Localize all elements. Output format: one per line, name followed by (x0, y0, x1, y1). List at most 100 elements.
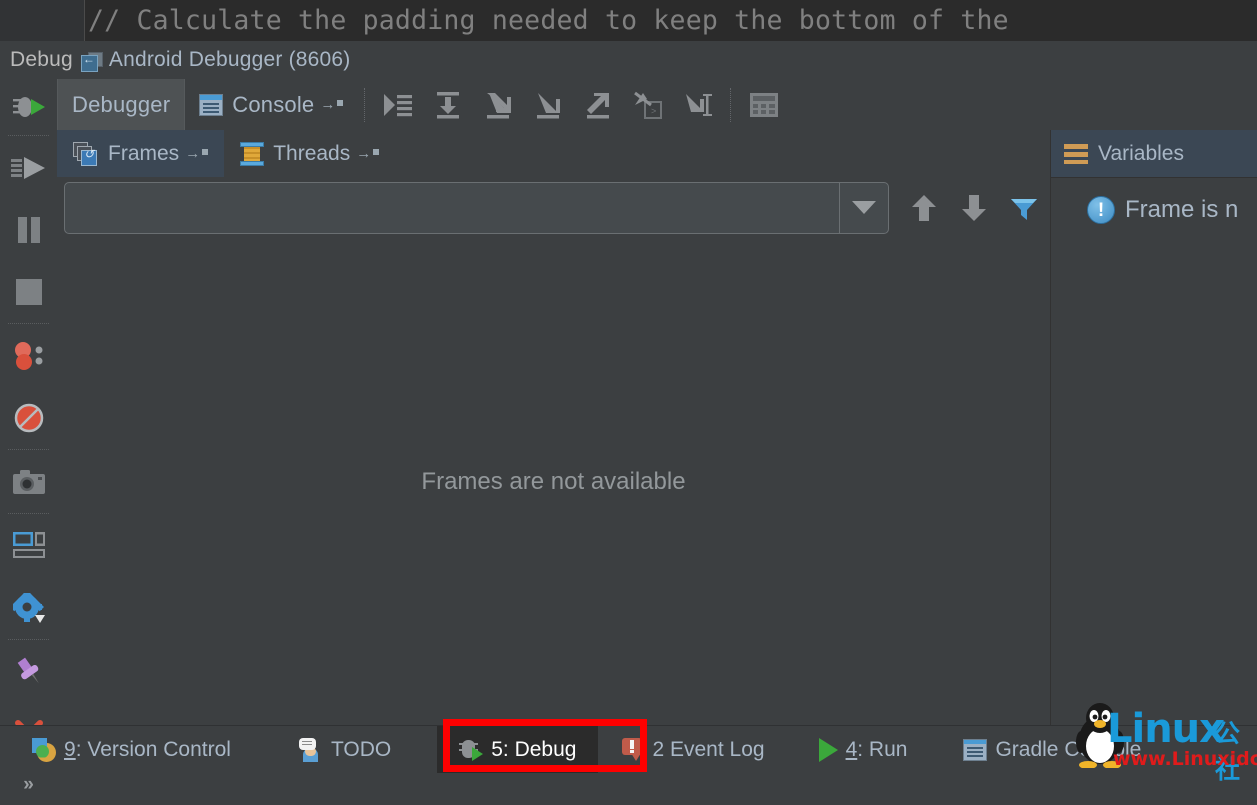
status-todo[interactable]: TODO (283, 726, 405, 773)
step-into-button[interactable] (473, 79, 523, 130)
show-execution-point-button[interactable] (373, 79, 423, 130)
threads-icon (240, 141, 265, 166)
resume-icon (10, 157, 45, 179)
frames-icon (73, 141, 99, 166)
rerun-icon[interactable] (80, 51, 103, 72)
stop-button[interactable] (0, 261, 57, 323)
debug-session-icon (0, 79, 57, 135)
toolbar-separator (364, 87, 366, 122)
info-icon: ! (1087, 196, 1115, 224)
status-debug[interactable]: 5: Debug (437, 726, 599, 773)
toolbar-separator (730, 87, 732, 122)
gradle-console-icon (963, 738, 988, 761)
tab-console-label: Console (232, 91, 315, 117)
step-out-icon (587, 92, 610, 118)
show-execution-point-icon (384, 93, 413, 116)
editor-strip: // Calculate the padding needed to keep … (0, 0, 1257, 42)
resume-program-button[interactable] (0, 137, 57, 199)
editor-gutter (0, 0, 85, 41)
frames-toolbar (899, 182, 1049, 234)
console-icon (199, 93, 224, 116)
status-version-control-mnemonic: 9 (64, 737, 76, 761)
frames-panel: Frames → Threads → (57, 130, 1051, 725)
tab-frames[interactable]: Frames → (57, 130, 225, 177)
status-run-mnemonic: 4 (845, 737, 858, 761)
editor-code-line: // Calculate the padding needed to keep … (88, 5, 1009, 36)
debugger-tab-strip: Debugger Console → > (57, 79, 1257, 131)
variables-panel: Variables ! Frame is n (1050, 130, 1257, 725)
frames-empty-text: Frames are not available (421, 467, 686, 495)
tab-frames-pin-marker: → (185, 145, 209, 162)
variables-icon (1064, 143, 1088, 164)
layout-icon (12, 532, 45, 558)
pause-icon (17, 217, 40, 243)
restore-layout-button[interactable] (0, 515, 57, 577)
thread-combo-value (65, 183, 839, 233)
bug-with-play-icon (12, 97, 45, 117)
pin-tab-button[interactable] (0, 641, 57, 703)
move-down-button[interactable] (949, 182, 999, 234)
camera-icon (12, 470, 45, 494)
debug-session-header: Debug Android Debugger (8606) (0, 41, 1257, 79)
todo-icon (297, 737, 323, 762)
step-over-button[interactable] (423, 79, 473, 130)
calculator-icon (750, 92, 779, 117)
status-event-log-label: 2 Event Log (652, 737, 765, 761)
breakpoints-icon (14, 342, 42, 370)
tab-frames-label: Frames (108, 141, 180, 165)
status-debug-label: 5: Debug (491, 737, 577, 761)
tab-threads[interactable]: Threads → (224, 130, 395, 177)
status-gradle-console-label: Gradle Console (995, 737, 1142, 761)
status-run[interactable]: 4 : Run (805, 726, 922, 773)
event-log-icon (622, 738, 644, 761)
tab-console[interactable]: Console → (185, 79, 357, 130)
step-over-icon (437, 91, 460, 118)
tab-debugger[interactable]: Debugger (57, 79, 186, 130)
status-gradle-console[interactable]: Gradle Console (949, 726, 1155, 773)
step-into-icon (487, 92, 512, 118)
arrow-down-icon (962, 194, 986, 221)
debug-bug-icon (459, 738, 484, 762)
evaluate-expression-button[interactable] (739, 79, 789, 130)
tab-variables[interactable]: Variables (1051, 130, 1257, 178)
filter-button[interactable] (999, 182, 1049, 234)
mute-breakpoints-button[interactable] (0, 387, 57, 449)
tab-variables-label: Variables (1098, 141, 1184, 165)
status-version-control[interactable]: 9 : Version Control (18, 726, 245, 773)
status-todo-label: TODO (330, 737, 392, 761)
frames-empty-message: Frames are not available (57, 238, 1051, 725)
debug-tool-window: » Debugger Console → > ↺ Frames → Thread… (0, 79, 1257, 795)
debug-session-title: Android Debugger (8606) (108, 48, 351, 71)
tab-threads-pin-marker: → (356, 145, 380, 162)
thread-combo-box[interactable] (64, 181, 889, 234)
run-to-cursor-icon (686, 93, 713, 116)
chevron-right-double-icon: » (23, 774, 34, 795)
status-version-control-label: : Version Control (75, 737, 231, 761)
tab-debugger-label: Debugger (72, 91, 171, 117)
filter-icon (1011, 198, 1037, 220)
drop-frame-button[interactable]: > (623, 79, 673, 130)
mute-breakpoints-icon (14, 403, 43, 433)
tab-console-pin-marker: → (320, 96, 344, 113)
status-bar: 9 : Version Control TODO 5: Debug 2 Even… (0, 725, 1257, 773)
view-breakpoints-button[interactable] (0, 325, 57, 387)
step-out-button[interactable] (573, 79, 623, 130)
tab-threads-label: Threads (273, 141, 351, 165)
pause-program-button[interactable] (0, 199, 57, 261)
run-to-cursor-button[interactable] (673, 79, 723, 130)
gear-icon (12, 593, 45, 623)
arrow-up-icon (912, 194, 936, 221)
pin-icon (17, 657, 39, 684)
run-play-icon (818, 737, 838, 762)
debug-left-toolbar: » (0, 79, 58, 795)
chevron-down-icon[interactable] (839, 182, 888, 233)
status-event-log[interactable]: 2 Event Log (608, 726, 778, 773)
move-up-button[interactable] (899, 182, 949, 234)
thread-selector-row (57, 177, 1050, 239)
svg-text:>: > (651, 106, 656, 116)
screenshot-button[interactable] (0, 451, 57, 513)
frames-tab-strip: Frames → Threads → (57, 130, 1050, 178)
settings-button[interactable] (0, 577, 57, 639)
variables-content: ! Frame is n (1051, 178, 1257, 224)
force-step-into-button[interactable] (523, 79, 573, 130)
